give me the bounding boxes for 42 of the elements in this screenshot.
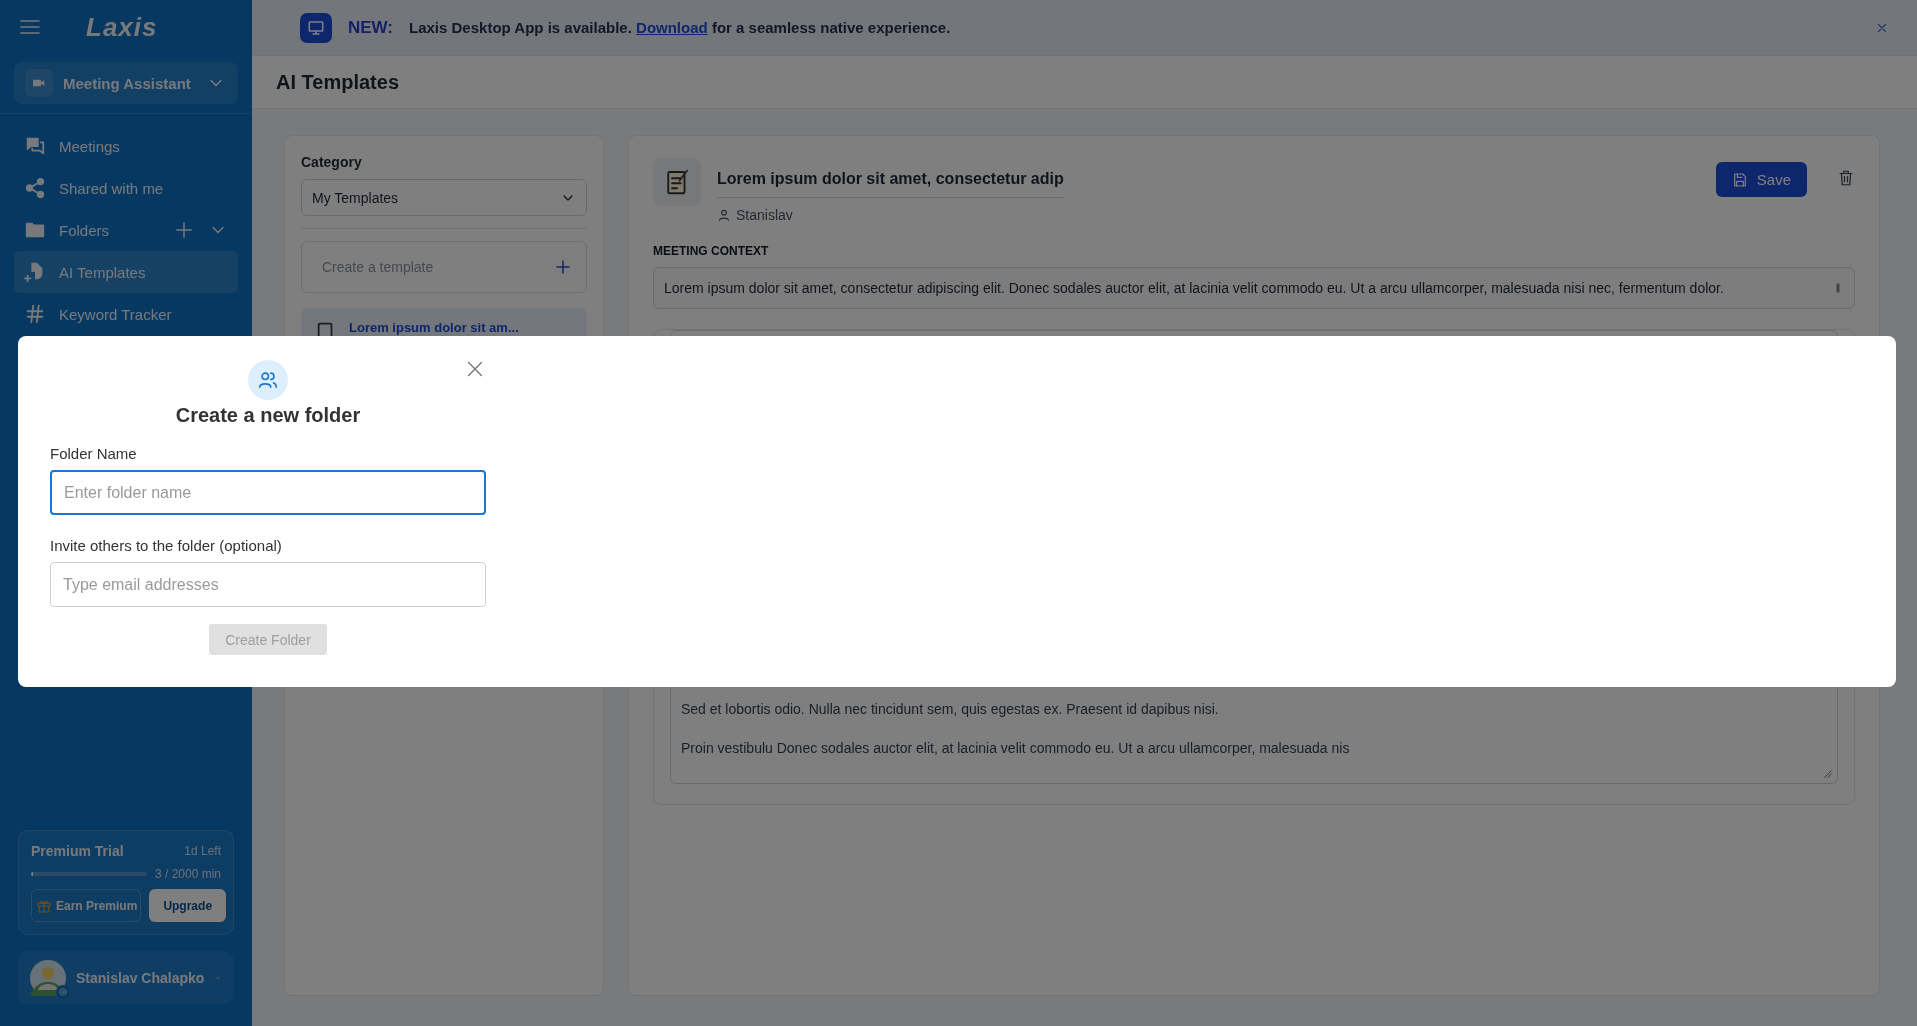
banner-message: Laxis Desktop App is available. Download for a seamless native experience. [409,19,952,36]
nav-item[interactable]: Shared with me [14,167,238,209]
title-field[interactable]: Lorem ipsum dolor sit amet, consectetur adip [717,166,1064,198]
page-title: AI Templates [276,70,399,94]
add-icon[interactable] [554,258,572,276]
section-label: MEETING CONTEXT [653,244,770,258]
settings-icon [56,984,70,999]
input-field[interactable]: Enter folder name [50,470,486,515]
person-icon [717,208,731,222]
field-label: Folder Name [50,445,138,462]
share-icon [24,177,46,199]
people-icon [248,360,288,400]
paragraph: Proin vestibulu Donec sodales auctor elit, at lacinia velit commodo eu. Ut a arcu ullamcorper, malesuada nis [681,739,1351,758]
trial-title: Premium Trial [31,843,124,859]
nav-item[interactable]: Keyword Tracker [14,293,238,335]
days-left: 1d Left [184,844,221,858]
trash-icon[interactable] [1837,169,1855,187]
create-template-field[interactable]: Create a template [301,241,587,293]
earn-premium-button[interactable]: Earn Premium [31,889,142,922]
avatar [30,959,66,996]
category-dropdown[interactable]: My Templates [301,179,587,216]
nav-item[interactable]: Folders [14,209,238,251]
modal-title: Create a new folder [175,404,361,427]
paragraph: Sed et lobortis odio. Nulla nec tincidunt sem, quis egestas ex. Praesent id dapibus nisi. [681,700,1220,719]
add-icon[interactable] [173,219,195,241]
hash-icon [24,303,46,325]
new-label: NEW: [348,17,393,38]
upgrade-button[interactable]: Upgrade [149,889,227,922]
author-name: Stanislav [736,207,793,223]
context-field[interactable]: Lorem ipsum dolor sit amet, consectetur adipiscing elit. Donec sodales auctor elit, at lacinia velit commodo eu. Ut a arcu ullamcorper, malesuada nisi nec, fermentum dolor. [653,267,1855,309]
nav-item[interactable]: Meetings [14,125,238,167]
chat-icon [24,135,46,157]
save-icon [1731,171,1748,188]
notepad-icon [653,158,701,206]
usage-text: 3 / 2000 min [154,867,221,881]
resize-handle-icon[interactable] [1823,769,1833,779]
category-label: Category [301,154,363,170]
field-label: Invite others to the folder (optional) [50,537,283,554]
logo: Laxis [86,11,158,43]
save-button[interactable]: Save [1715,162,1807,197]
download-link[interactable]: Download [636,19,708,36]
monitor-icon [300,12,332,43]
